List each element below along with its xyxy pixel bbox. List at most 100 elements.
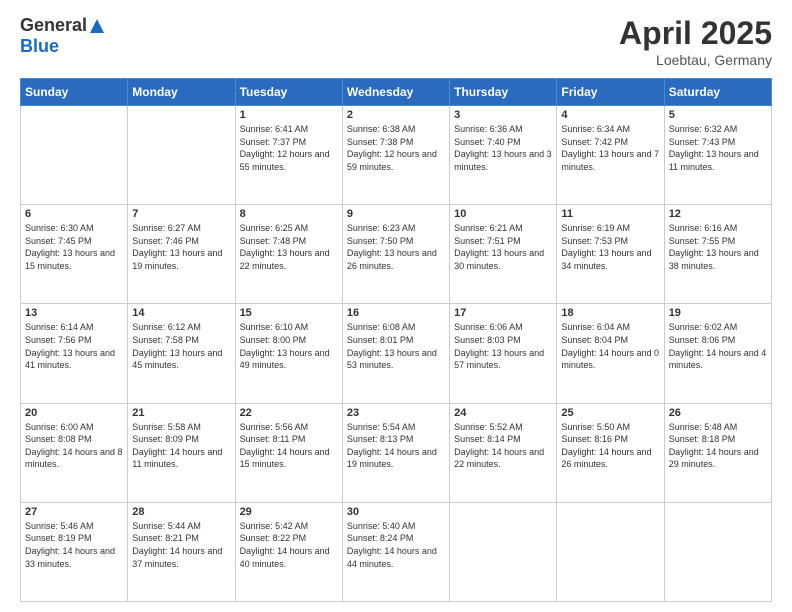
day-number: 4 xyxy=(561,109,659,121)
header-day-saturday: Saturday xyxy=(664,79,771,106)
day-number: 14 xyxy=(132,307,230,319)
calendar-cell: 30 Sunrise: 5:40 AMSunset: 8:24 PMDayligh… xyxy=(342,502,449,601)
day-info: Sunrise: 5:52 AMSunset: 8:14 PMDaylight:… xyxy=(454,421,552,471)
day-info: Sunrise: 6:04 AMSunset: 8:04 PMDaylight:… xyxy=(561,321,659,371)
calendar-week-2: 6 Sunrise: 6:30 AMSunset: 7:45 PMDaylight… xyxy=(21,205,772,304)
day-info: Sunrise: 5:56 AMSunset: 8:11 PMDaylight:… xyxy=(240,421,338,471)
header-day-wednesday: Wednesday xyxy=(342,79,449,106)
day-info: Sunrise: 5:46 AMSunset: 8:19 PMDaylight:… xyxy=(25,520,123,570)
page: General Blue April 2025 Loebtau, Germany… xyxy=(0,0,792,612)
calendar-cell: 15 Sunrise: 6:10 AMSunset: 8:00 PMDayligh… xyxy=(235,304,342,403)
calendar-cell: 28 Sunrise: 5:44 AMSunset: 8:21 PMDayligh… xyxy=(128,502,235,601)
calendar-cell: 21Sunrise: 5:58 AMSunset: 8:09 PMDayligh… xyxy=(128,403,235,502)
calendar-cell: 20 Sunrise: 6:00 AMSunset: 8:08 PMDayligh… xyxy=(21,403,128,502)
calendar-cell: 22 Sunrise: 5:56 AMSunset: 8:11 PMDayligh… xyxy=(235,403,342,502)
calendar-cell: 26 Sunrise: 5:48 AMSunset: 8:18 PMDayligh… xyxy=(664,403,771,502)
day-info: Sunrise: 5:40 AMSunset: 8:24 PMDaylight:… xyxy=(347,520,445,570)
location: Loebtau, Germany xyxy=(619,52,772,68)
calendar-body: 1 Sunrise: 6:41 AMSunset: 7:37 PMDaylight… xyxy=(21,106,772,602)
header: General Blue April 2025 Loebtau, Germany xyxy=(20,15,772,68)
calendar-cell: 12 Sunrise: 6:16 AMSunset: 7:55 PMDayligh… xyxy=(664,205,771,304)
calendar-week-4: 20 Sunrise: 6:00 AMSunset: 8:08 PMDayligh… xyxy=(21,403,772,502)
day-number: 18 xyxy=(561,307,659,319)
header-day-tuesday: Tuesday xyxy=(235,79,342,106)
day-number: 22 xyxy=(240,407,338,419)
day-number: 5 xyxy=(669,109,767,121)
calendar-cell: 17Sunrise: 6:06 AMSunset: 8:03 PMDayligh… xyxy=(450,304,557,403)
calendar-cell: 27Sunrise: 5:46 AMSunset: 8:19 PMDayligh… xyxy=(21,502,128,601)
header-day-monday: Monday xyxy=(128,79,235,106)
day-info: Sunrise: 6:25 AMSunset: 7:48 PMDaylight:… xyxy=(240,222,338,272)
day-number: 15 xyxy=(240,307,338,319)
calendar-cell: 1 Sunrise: 6:41 AMSunset: 7:37 PMDaylight… xyxy=(235,106,342,205)
logo-blue: Blue xyxy=(20,36,59,56)
day-number: 26 xyxy=(669,407,767,419)
calendar-header: SundayMondayTuesdayWednesdayThursdayFrid… xyxy=(21,79,772,106)
calendar-cell: 8 Sunrise: 6:25 AMSunset: 7:48 PMDaylight… xyxy=(235,205,342,304)
calendar-cell: 5 Sunrise: 6:32 AMSunset: 7:43 PMDaylight… xyxy=(664,106,771,205)
calendar-cell: 6 Sunrise: 6:30 AMSunset: 7:45 PMDaylight… xyxy=(21,205,128,304)
calendar-cell xyxy=(128,106,235,205)
month-title: April 2025 xyxy=(619,15,772,52)
header-day-sunday: Sunday xyxy=(21,79,128,106)
day-number: 23 xyxy=(347,407,445,419)
day-info: Sunrise: 6:00 AMSunset: 8:08 PMDaylight:… xyxy=(25,421,123,471)
day-info: Sunrise: 6:32 AMSunset: 7:43 PMDaylight:… xyxy=(669,123,767,173)
calendar-cell xyxy=(664,502,771,601)
day-info: Sunrise: 6:21 AMSunset: 7:51 PMDaylight:… xyxy=(454,222,552,272)
day-number: 11 xyxy=(561,208,659,220)
calendar-cell: 24Sunrise: 5:52 AMSunset: 8:14 PMDayligh… xyxy=(450,403,557,502)
calendar-cell: 3Sunrise: 6:36 AMSunset: 7:40 PMDaylight… xyxy=(450,106,557,205)
logo: General Blue xyxy=(20,15,107,57)
calendar-cell: 14Sunrise: 6:12 AMSunset: 7:58 PMDayligh… xyxy=(128,304,235,403)
day-number: 12 xyxy=(669,208,767,220)
calendar-cell: 19 Sunrise: 6:02 AMSunset: 8:06 PMDayligh… xyxy=(664,304,771,403)
calendar-week-1: 1 Sunrise: 6:41 AMSunset: 7:37 PMDaylight… xyxy=(21,106,772,205)
day-info: Sunrise: 6:30 AMSunset: 7:45 PMDaylight:… xyxy=(25,222,123,272)
day-number: 1 xyxy=(240,109,338,121)
calendar-cell: 18 Sunrise: 6:04 AMSunset: 8:04 PMDayligh… xyxy=(557,304,664,403)
logo-general: General xyxy=(20,15,87,36)
calendar-cell: 11 Sunrise: 6:19 AMSunset: 7:53 PMDayligh… xyxy=(557,205,664,304)
day-info: Sunrise: 6:16 AMSunset: 7:55 PMDaylight:… xyxy=(669,222,767,272)
calendar-cell: 10Sunrise: 6:21 AMSunset: 7:51 PMDayligh… xyxy=(450,205,557,304)
logo-triangle-icon xyxy=(88,17,106,35)
day-info: Sunrise: 5:54 AMSunset: 8:13 PMDaylight:… xyxy=(347,421,445,471)
day-info: Sunrise: 6:23 AMSunset: 7:50 PMDaylight:… xyxy=(347,222,445,272)
calendar-cell xyxy=(450,502,557,601)
day-number: 6 xyxy=(25,208,123,220)
day-info: Sunrise: 5:44 AMSunset: 8:21 PMDaylight:… xyxy=(132,520,230,570)
day-info: Sunrise: 6:10 AMSunset: 8:00 PMDaylight:… xyxy=(240,321,338,371)
day-number: 16 xyxy=(347,307,445,319)
day-number: 2 xyxy=(347,109,445,121)
calendar-cell: 16Sunrise: 6:08 AMSunset: 8:01 PMDayligh… xyxy=(342,304,449,403)
calendar-table: SundayMondayTuesdayWednesdayThursdayFrid… xyxy=(20,78,772,602)
day-info: Sunrise: 6:14 AMSunset: 7:56 PMDaylight:… xyxy=(25,321,123,371)
day-info: Sunrise: 6:02 AMSunset: 8:06 PMDaylight:… xyxy=(669,321,767,371)
day-info: Sunrise: 6:36 AMSunset: 7:40 PMDaylight:… xyxy=(454,123,552,173)
day-info: Sunrise: 6:06 AMSunset: 8:03 PMDaylight:… xyxy=(454,321,552,371)
day-info: Sunrise: 6:41 AMSunset: 7:37 PMDaylight:… xyxy=(240,123,338,173)
calendar-cell: 29Sunrise: 5:42 AMSunset: 8:22 PMDayligh… xyxy=(235,502,342,601)
calendar-week-3: 13 Sunrise: 6:14 AMSunset: 7:56 PMDayligh… xyxy=(21,304,772,403)
day-number: 29 xyxy=(240,506,338,518)
calendar-cell: 4 Sunrise: 6:34 AMSunset: 7:42 PMDaylight… xyxy=(557,106,664,205)
header-day-thursday: Thursday xyxy=(450,79,557,106)
day-info: Sunrise: 5:50 AMSunset: 8:16 PMDaylight:… xyxy=(561,421,659,471)
day-number: 28 xyxy=(132,506,230,518)
day-number: 8 xyxy=(240,208,338,220)
day-info: Sunrise: 6:38 AMSunset: 7:38 PMDaylight:… xyxy=(347,123,445,173)
day-info: Sunrise: 5:48 AMSunset: 8:18 PMDaylight:… xyxy=(669,421,767,471)
day-number: 7 xyxy=(132,208,230,220)
calendar-cell: 9Sunrise: 6:23 AMSunset: 7:50 PMDaylight… xyxy=(342,205,449,304)
calendar-week-5: 27Sunrise: 5:46 AMSunset: 8:19 PMDayligh… xyxy=(21,502,772,601)
day-number: 13 xyxy=(25,307,123,319)
day-number: 20 xyxy=(25,407,123,419)
calendar-cell: 2 Sunrise: 6:38 AMSunset: 7:38 PMDaylight… xyxy=(342,106,449,205)
calendar-cell: 7Sunrise: 6:27 AMSunset: 7:46 PMDaylight… xyxy=(128,205,235,304)
day-number: 30 xyxy=(347,506,445,518)
day-info: Sunrise: 6:34 AMSunset: 7:42 PMDaylight:… xyxy=(561,123,659,173)
calendar-cell xyxy=(21,106,128,205)
day-number: 19 xyxy=(669,307,767,319)
day-info: Sunrise: 6:19 AMSunset: 7:53 PMDaylight:… xyxy=(561,222,659,272)
